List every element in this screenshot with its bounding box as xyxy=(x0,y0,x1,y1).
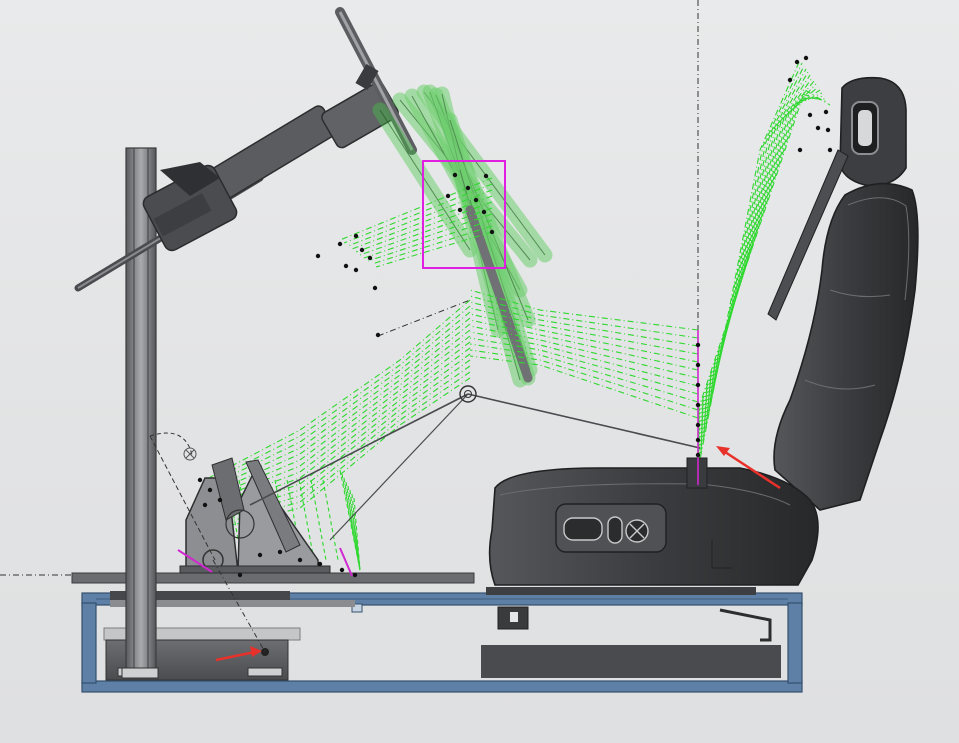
seat-base-block[interactable] xyxy=(481,645,781,678)
trace-dot xyxy=(257,552,263,558)
trace-dot xyxy=(343,263,349,269)
trace-line xyxy=(469,343,699,403)
trace-dot xyxy=(353,233,359,239)
trace-dot xyxy=(797,147,803,153)
trace-line xyxy=(310,479,327,561)
pedal-assembly[interactable] xyxy=(149,432,353,653)
vertical-post[interactable] xyxy=(121,147,159,679)
trace-dot xyxy=(297,557,303,563)
trace-dot xyxy=(803,55,809,61)
trace-line xyxy=(697,59,801,471)
trace-dot xyxy=(483,173,489,179)
trace-dot xyxy=(339,567,345,573)
cad-viewport[interactable]: x xyxy=(0,0,959,743)
trace-line xyxy=(204,311,471,489)
trace-dot xyxy=(695,382,701,388)
trace-dot xyxy=(695,402,701,408)
trace-dot xyxy=(457,207,463,213)
trace-line xyxy=(322,479,339,561)
trace-line xyxy=(204,329,471,501)
trace-dot xyxy=(237,572,243,578)
trace-dot xyxy=(352,572,358,578)
cad-scene: x xyxy=(0,0,919,693)
trace-dot xyxy=(827,147,833,153)
trace-dot xyxy=(353,267,359,273)
trace-line xyxy=(204,305,471,485)
trace-dot xyxy=(695,437,701,443)
trace-dot xyxy=(807,112,813,118)
trace-dot xyxy=(315,253,321,259)
trace-dot xyxy=(367,255,373,261)
trace-dot xyxy=(452,172,458,178)
trace-dot xyxy=(375,332,381,338)
trace-dot xyxy=(197,477,203,483)
trace-dot xyxy=(473,197,479,203)
trace-dot xyxy=(217,497,223,503)
trace-dot xyxy=(823,109,829,115)
trace-dot xyxy=(445,193,451,199)
trace-line xyxy=(697,62,803,467)
trace-line xyxy=(204,299,471,481)
triad-x-label: x xyxy=(735,563,742,576)
trace-dot xyxy=(337,241,343,247)
trace-dot xyxy=(815,125,821,131)
trace-dot xyxy=(695,422,701,428)
trace-dot xyxy=(207,487,213,493)
trace-dot xyxy=(465,185,471,191)
racing-seat[interactable] xyxy=(488,76,919,586)
trace-dot xyxy=(825,127,831,133)
trace-dot xyxy=(787,77,793,83)
trace-line xyxy=(204,347,471,513)
motion-envelope-tubes xyxy=(372,84,553,388)
trace-dot xyxy=(695,452,701,458)
trace-dot xyxy=(481,209,487,215)
trace-dot xyxy=(695,342,701,348)
trace-dot xyxy=(695,362,701,368)
trace-dot xyxy=(372,285,378,291)
trace-line xyxy=(469,355,699,419)
trace-dot xyxy=(277,549,283,555)
trace-dot xyxy=(317,561,323,567)
trace-dot xyxy=(359,247,365,253)
trace-line xyxy=(204,323,471,497)
trace-dot xyxy=(202,502,208,508)
trace-dot xyxy=(794,59,800,65)
trace-dot xyxy=(489,229,495,235)
